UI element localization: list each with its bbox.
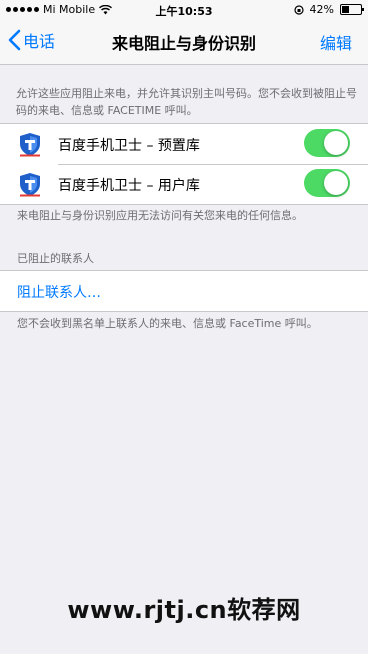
- intro-description: 允许这些应用阻止来电，并允许其识别主叫号码。您不会收到被阻止号码的来电、信息或 …: [16, 87, 357, 117]
- status-bar: Mi Mobile 上午10:53 42%: [0, 0, 368, 20]
- baidu-shield-icon: [17, 131, 43, 157]
- battery-icon: [340, 4, 364, 15]
- watermark-text: www.rjtj.cn软荐网: [67, 596, 301, 624]
- battery-fill: [342, 6, 349, 13]
- apps-footer-note: 来电阻止与身份识别应用无法访问有关您来电的任何信息。: [17, 209, 303, 222]
- app-row-preset: 百度手机卫士 – 预置库: [0, 124, 368, 164]
- toggle-knob: [324, 131, 348, 155]
- blocking-apps-group: 百度手机卫士 – 预置库 百度手机卫士 – 用户库: [0, 123, 368, 205]
- app-toggle[interactable]: [304, 169, 350, 197]
- app-label: 百度手机卫士 – 预置库: [58, 138, 200, 154]
- app-label: 百度手机卫士 – 用户库: [58, 178, 200, 194]
- baidu-shield-icon: [17, 171, 43, 197]
- status-right: 42%: [293, 3, 364, 16]
- blocked-footer-note: 您不会收到黑名单上联系人的来电、信息或 FaceTime 呼叫。: [17, 317, 318, 330]
- blocked-contacts-group: 阻止联系人…: [0, 270, 368, 312]
- block-contact-button[interactable]: 阻止联系人…: [17, 282, 101, 302]
- rotation-lock-icon: [293, 4, 304, 15]
- blocked-section-header: 已阻止的联系人: [17, 252, 94, 265]
- page-title: 来电阻止与身份识别: [111, 34, 256, 53]
- edit-button[interactable]: 编辑: [320, 30, 352, 54]
- battery-percent: 42%: [309, 3, 334, 16]
- app-row-user: 百度手机卫士 – 用户库: [0, 164, 368, 204]
- navigation-bar: 电话 来电阻止与身份识别 编辑: [0, 20, 368, 65]
- toggle-knob: [324, 171, 348, 195]
- app-toggle[interactable]: [304, 129, 350, 157]
